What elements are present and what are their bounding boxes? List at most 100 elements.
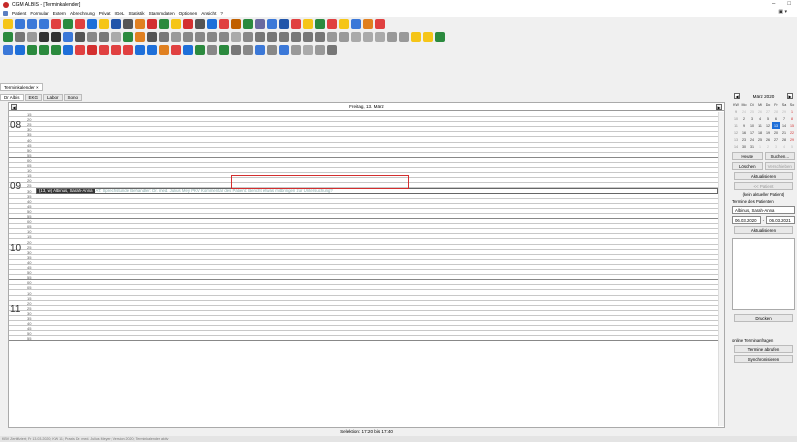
toolbar-2-button-7-icon[interactable] — [87, 31, 97, 42]
toolbar-2-button-3-icon[interactable] — [39, 31, 49, 42]
window-tab-terminkalender[interactable]: Terminkalender × — [0, 83, 43, 91]
mdi-window-controls[interactable]: ▣ ▾ — [778, 9, 787, 15]
toolbar-1-button-13-icon[interactable] — [159, 18, 169, 29]
date-from-field[interactable]: 06.03.2020 — [732, 216, 761, 224]
time-slot[interactable]: 55 — [9, 336, 724, 342]
toolbar-1-button-10-icon[interactable] — [123, 18, 133, 29]
calendar-day[interactable]: 23 — [740, 136, 748, 143]
calendar-day[interactable]: 18 — [756, 129, 764, 136]
toolbar-1-button-19-icon[interactable] — [231, 18, 241, 29]
toolbar-2-button-2-icon[interactable] — [27, 31, 37, 42]
time-slots[interactable]: 15 20 25 08 30 35 40 45 50 55 00 05 10 15 20 25 09 30 35 40… — [9, 112, 724, 427]
calendar-day[interactable]: 27 — [764, 108, 772, 115]
toolbar-3-button-16-icon[interactable] — [195, 44, 205, 55]
refresh-button[interactable]: Aktualisieren — [734, 172, 793, 180]
calendar-day[interactable]: 19 — [764, 129, 772, 136]
calendar-day[interactable]: 10 — [748, 122, 756, 129]
calendar-day[interactable]: 15 — [788, 122, 796, 129]
toolbar-3-button-15-icon[interactable] — [183, 44, 193, 55]
toolbar-3-button-9-icon[interactable] — [111, 44, 121, 55]
menu-item-7[interactable]: Stammdaten — [149, 11, 175, 16]
toolbar-1-button-2-icon[interactable] — [27, 18, 37, 29]
calendar-day[interactable]: 12 — [764, 122, 772, 129]
tab-0[interactable]: Dr Albis — [0, 94, 24, 101]
menu-item-8[interactable]: Optionen — [179, 11, 198, 16]
toolbar-2-button-8-icon[interactable] — [99, 31, 109, 42]
system-menu-icon[interactable] — [3, 10, 8, 16]
toolbar-1-button-8-icon[interactable] — [99, 18, 109, 29]
calendar-day[interactable]: 9 — [740, 122, 748, 129]
toolbar-3-button-0-icon[interactable] — [3, 44, 13, 55]
calendar-day[interactable]: 14 — [780, 122, 788, 129]
toolbar-2-button-9-icon[interactable] — [111, 31, 121, 42]
search-button[interactable]: Suchen... — [764, 152, 795, 160]
calendar-day[interactable]: 31 — [748, 143, 756, 150]
calendar-day[interactable]: 30 — [740, 143, 748, 150]
next-month-button[interactable]: ▶ — [787, 93, 793, 99]
toolbar-2-button-1-icon[interactable] — [15, 31, 25, 42]
toolbar-2-button-25-icon[interactable] — [303, 31, 313, 42]
date-to-field[interactable]: 06.03.2021 — [766, 216, 795, 224]
calendar-day[interactable]: 16 — [740, 129, 748, 136]
toolbar-3-button-25-icon[interactable] — [303, 44, 313, 55]
close-icon[interactable]: × — [36, 85, 39, 90]
calendar-day[interactable]: 29 — [780, 108, 788, 115]
next-day-button[interactable]: ▶ — [716, 104, 722, 110]
patient-name-field[interactable]: Albinus, Sarah-Anna — [732, 206, 795, 214]
toolbar-3-button-23-icon[interactable] — [279, 44, 289, 55]
calendar-day[interactable]: 22 — [788, 129, 796, 136]
calendar-day[interactable]: 2 — [740, 115, 748, 122]
toolbar-1-button-22-icon[interactable] — [267, 18, 277, 29]
calendar-day[interactable]: 6 — [772, 115, 780, 122]
calendar-day[interactable]: 4 — [756, 115, 764, 122]
toolbar-3-button-21-icon[interactable] — [255, 44, 265, 55]
calendar-scrollbar[interactable] — [718, 112, 724, 426]
toolbar-3-button-8-icon[interactable] — [99, 44, 109, 55]
calendar-day[interactable]: 25 — [748, 108, 756, 115]
toolbar-2-button-19-icon[interactable] — [231, 31, 241, 42]
calendar-day[interactable]: 25 — [756, 136, 764, 143]
calendar-day[interactable]: 3 — [748, 115, 756, 122]
calendar-day[interactable]: 4 — [780, 143, 788, 150]
toolbar-3-button-14-icon[interactable] — [171, 44, 181, 55]
toolbar-2-button-23-icon[interactable] — [279, 31, 289, 42]
menu-item-4[interactable]: Privat — [99, 11, 111, 16]
toolbar-2-button-35-icon[interactable] — [423, 31, 433, 42]
menu-item-5[interactable]: IGeL — [115, 11, 125, 16]
prev-month-button[interactable]: ◀ — [734, 93, 740, 99]
toolbar-2-button-4-icon[interactable] — [51, 31, 61, 42]
toolbar-2-button-34-icon[interactable] — [411, 31, 421, 42]
calendar-day[interactable]: 28 — [772, 108, 780, 115]
toolbar-3-button-18-icon[interactable] — [219, 44, 229, 55]
patient-button[interactable]: << Patient — [734, 182, 793, 190]
toolbar-3-button-17-icon[interactable] — [207, 44, 217, 55]
toolbar-2-button-0-icon[interactable] — [3, 31, 13, 42]
toolbar-2-button-22-icon[interactable] — [267, 31, 277, 42]
move-button[interactable]: Verschieben — [764, 162, 795, 170]
refresh-appointments-button[interactable]: Aktualisieren — [734, 226, 793, 234]
calendar-day[interactable]: 20 — [772, 129, 780, 136]
toolbar-1-button-27-icon[interactable] — [327, 18, 337, 29]
toolbar-3-button-3-icon[interactable] — [39, 44, 49, 55]
toolbar-2-button-21-icon[interactable] — [255, 31, 265, 42]
toolbar-1-button-14-icon[interactable] — [171, 18, 181, 29]
toolbar-1-button-25-icon[interactable] — [303, 18, 313, 29]
toolbar-2-button-33-icon[interactable] — [399, 31, 409, 42]
calendar-day[interactable]: 26 — [764, 136, 772, 143]
calendar-day[interactable]: 26 — [756, 108, 764, 115]
toolbar-1-button-28-icon[interactable] — [339, 18, 349, 29]
calendar-day[interactable]: 5 — [788, 143, 796, 150]
calendar-day[interactable]: 7 — [780, 115, 788, 122]
menu-item-10[interactable]: ? — [220, 11, 223, 16]
sync-button[interactable]: Synchronisieren — [734, 355, 793, 363]
toolbar-2-button-14-icon[interactable] — [171, 31, 181, 42]
calendar-grid[interactable]: ◀ Freitag, 13. März ▶ 15 20 25 08 30 35 40 45 50… — [8, 102, 725, 428]
toolbar-1-button-26-icon[interactable] — [315, 18, 325, 29]
toolbar-1-button-23-icon[interactable] — [279, 18, 289, 29]
menu-item-9[interactable]: Ansicht — [201, 11, 216, 16]
calendar-day[interactable]: 1 — [788, 108, 796, 115]
calendar-day[interactable]: 2 — [764, 143, 772, 150]
toolbar-3-button-26-icon[interactable] — [315, 44, 325, 55]
toolbar-2-button-24-icon[interactable] — [291, 31, 301, 42]
toolbar-1-button-6-icon[interactable] — [75, 18, 85, 29]
